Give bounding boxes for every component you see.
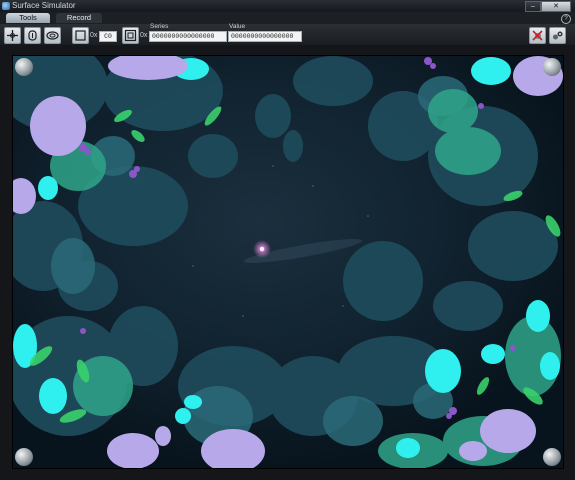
surface-frame <box>0 45 575 480</box>
window-title: Surface Simulator <box>12 1 76 10</box>
tab-tools[interactable]: Tools <box>6 13 50 23</box>
corner-handle-top-left[interactable] <box>15 58 33 76</box>
corner-handle-bottom-left[interactable] <box>15 448 33 466</box>
surface-canvas[interactable] <box>12 55 564 469</box>
close-button[interactable]: ✕ <box>541 1 571 12</box>
minimize-icon: – <box>531 3 535 10</box>
tab-row: Tools Record ? <box>0 12 575 24</box>
toolbar: 0x C0 0x Series 0000000000000000 Value 0… <box>0 23 575 46</box>
blob-tool-button[interactable] <box>44 27 61 44</box>
value-label: Value <box>229 23 246 30</box>
settings-button[interactable] <box>549 27 566 44</box>
clear-contacts-button[interactable] <box>529 27 546 44</box>
tag-value-field[interactable]: C0 <box>99 31 117 42</box>
clear-contacts-icon <box>532 30 543 41</box>
tag-icon <box>75 30 86 41</box>
title-bar: Surface Simulator – ✕ <box>0 0 575 12</box>
close-icon: ✕ <box>553 3 559 10</box>
app-icon <box>2 2 10 10</box>
finger-tool-button[interactable] <box>24 27 41 44</box>
contact-tool-button[interactable] <box>4 27 21 44</box>
corner-handle-bottom-right[interactable] <box>543 448 561 466</box>
byte-tag-tool-button[interactable] <box>122 27 139 44</box>
hex-prefix-label-2: 0x <box>140 32 148 39</box>
series-label: Series <box>150 23 169 30</box>
settings-icon <box>553 31 563 40</box>
tag-tool-button[interactable] <box>72 27 89 44</box>
byte-tag-icon <box>124 29 137 42</box>
contact-tool-icon <box>7 30 18 41</box>
tab-record[interactable]: Record <box>56 13 102 23</box>
corner-handle-top-right[interactable] <box>543 58 561 76</box>
help-icon[interactable]: ? <box>561 14 571 24</box>
value-field[interactable]: 0000000000000000 <box>228 31 302 42</box>
minimize-button[interactable]: – <box>525 1 541 12</box>
blob-tool-icon <box>46 31 59 40</box>
finger-tool-icon <box>28 30 37 41</box>
series-field[interactable]: 0000000000000000 <box>149 31 227 42</box>
hex-prefix-label: 0x <box>90 32 98 39</box>
pond-artwork <box>13 56 563 468</box>
